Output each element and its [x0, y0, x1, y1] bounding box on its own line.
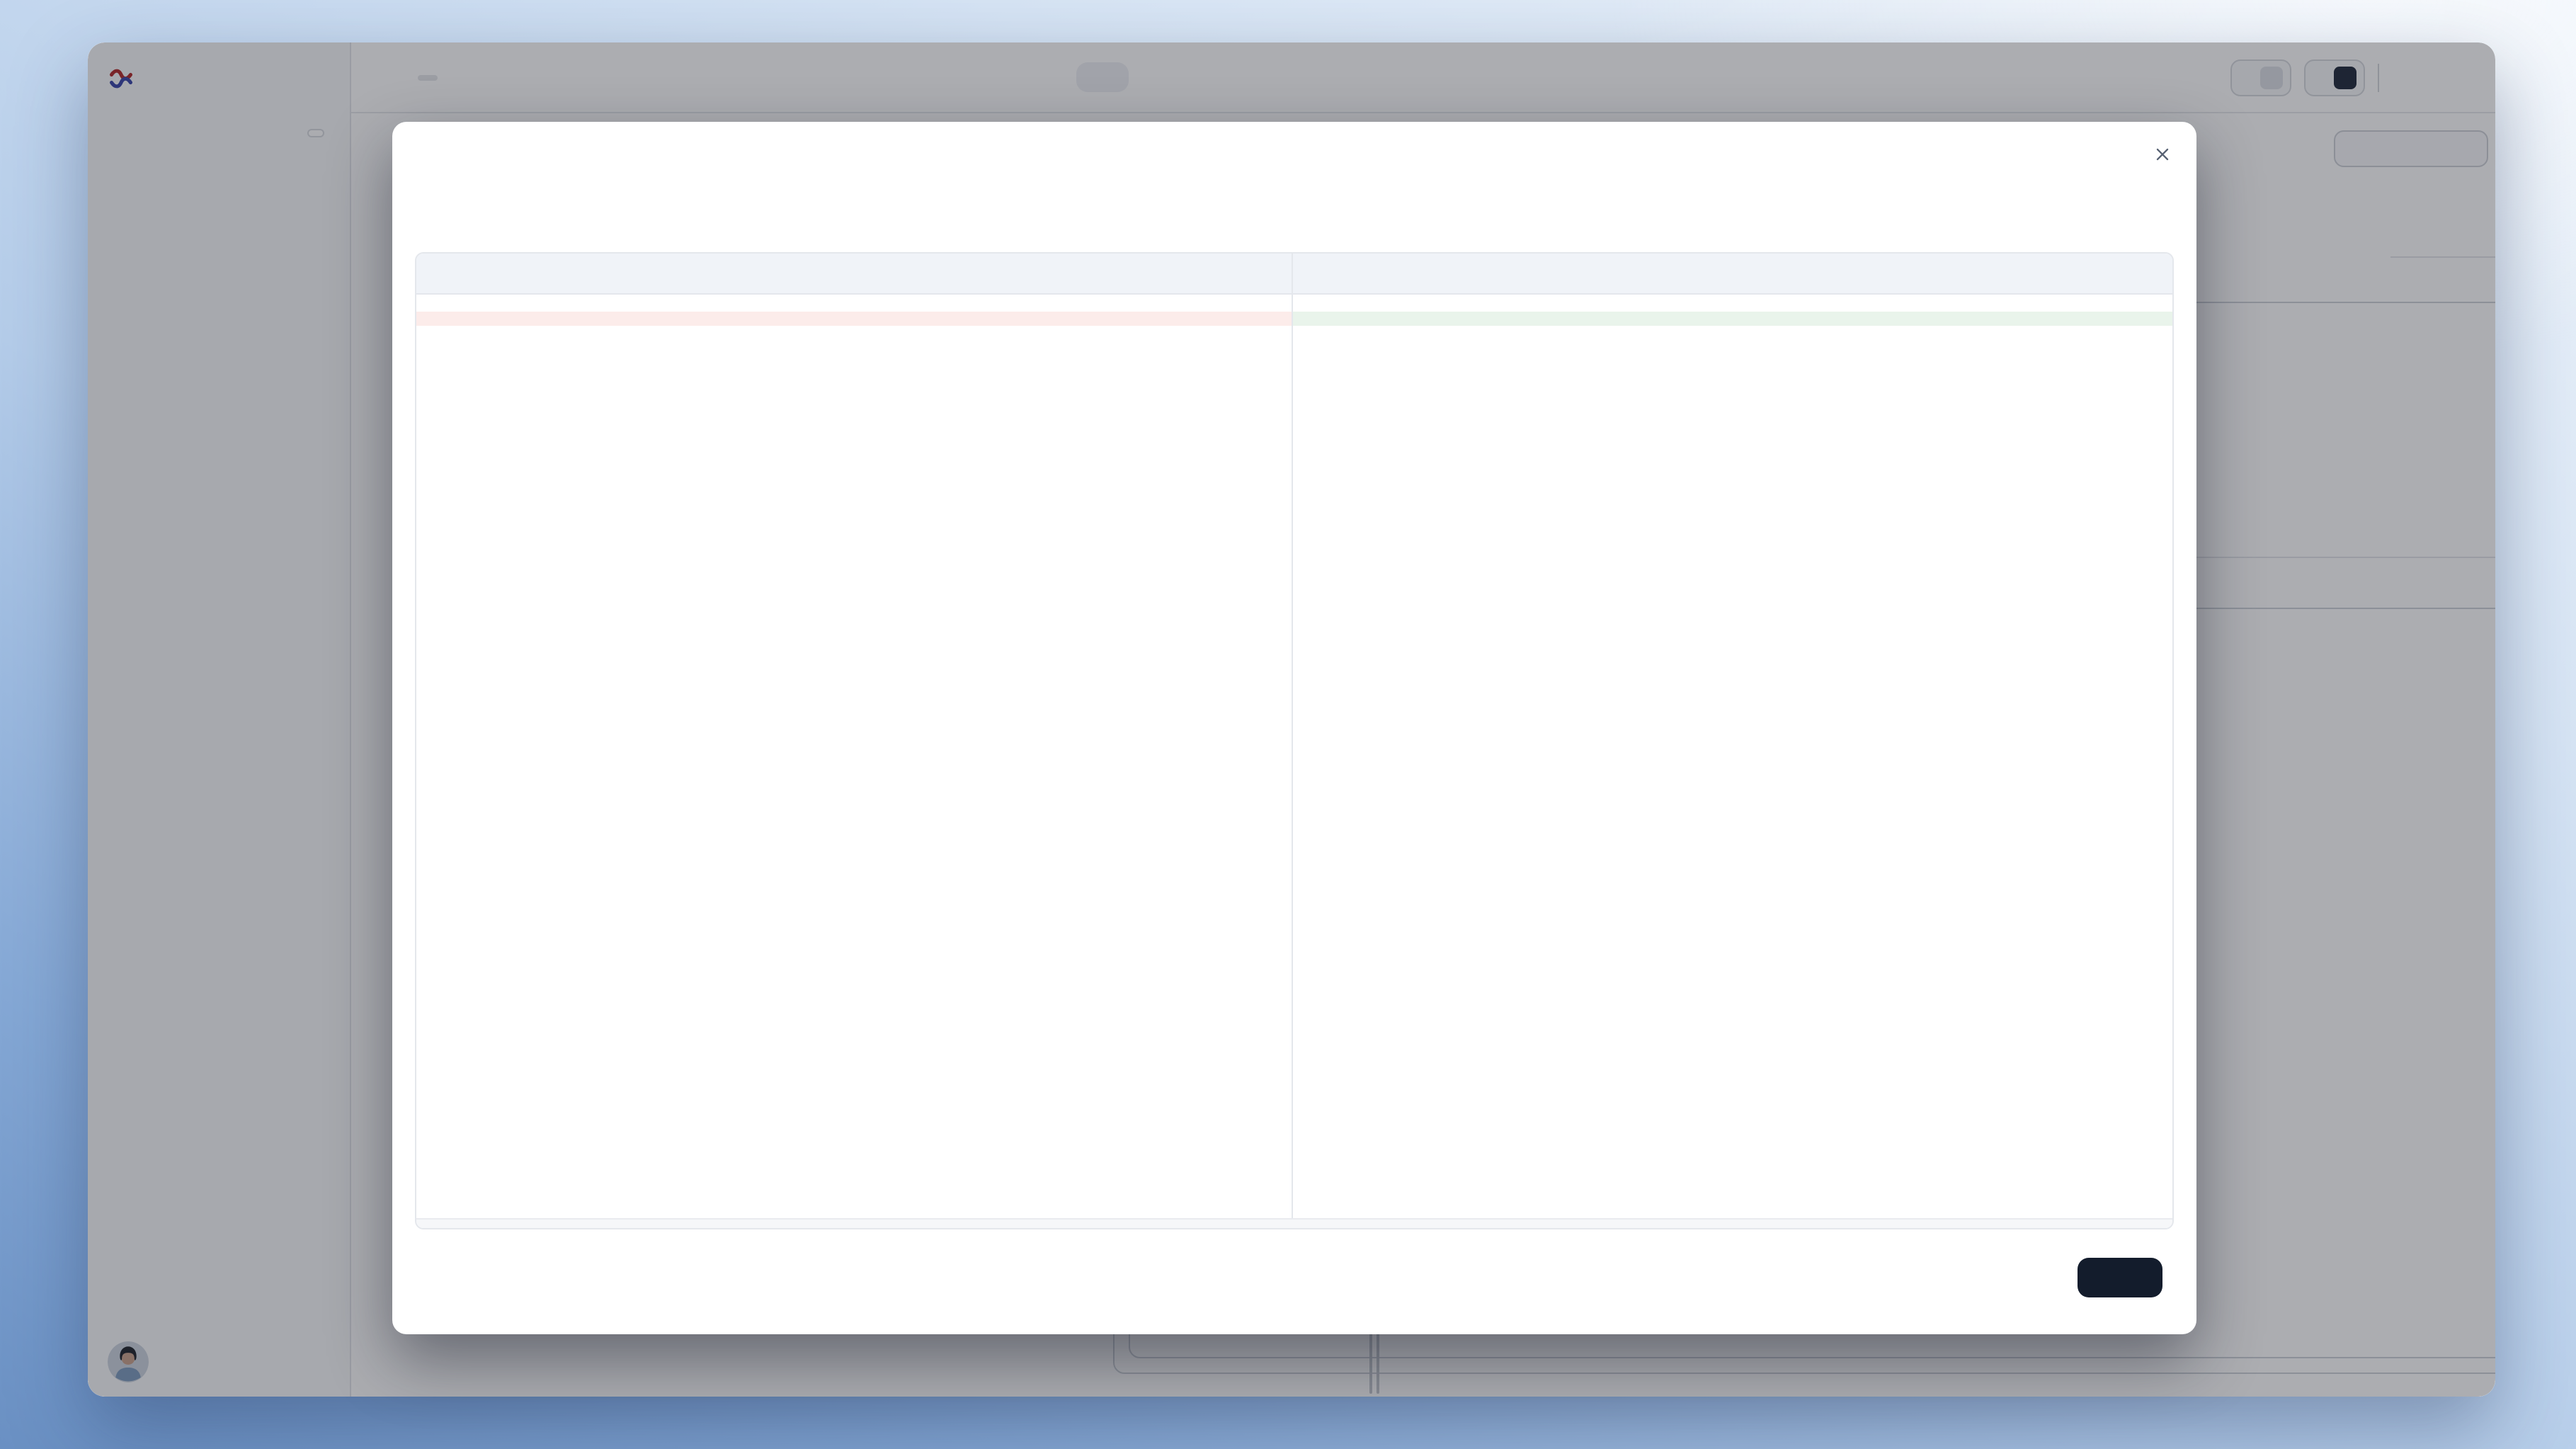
close-button[interactable] — [2078, 1258, 2162, 1297]
added-line — [1293, 312, 2172, 326]
screen: ⌕ — [0, 0, 2576, 1449]
diff-panel — [415, 252, 2174, 1229]
original-output-code[interactable] — [416, 295, 1292, 1229]
original-output-header — [416, 254, 1292, 293]
corrected-output-code[interactable] — [1292, 295, 2172, 1229]
modal-close-icon[interactable] — [2153, 144, 2172, 164]
diff-header — [416, 254, 2172, 295]
output-correction-diff-modal — [392, 122, 2196, 1334]
corrected-output-header — [1292, 254, 2172, 293]
horizontal-scrollbar[interactable] — [416, 1218, 2172, 1229]
removed-line — [416, 312, 1292, 326]
diff-body — [416, 295, 2172, 1229]
